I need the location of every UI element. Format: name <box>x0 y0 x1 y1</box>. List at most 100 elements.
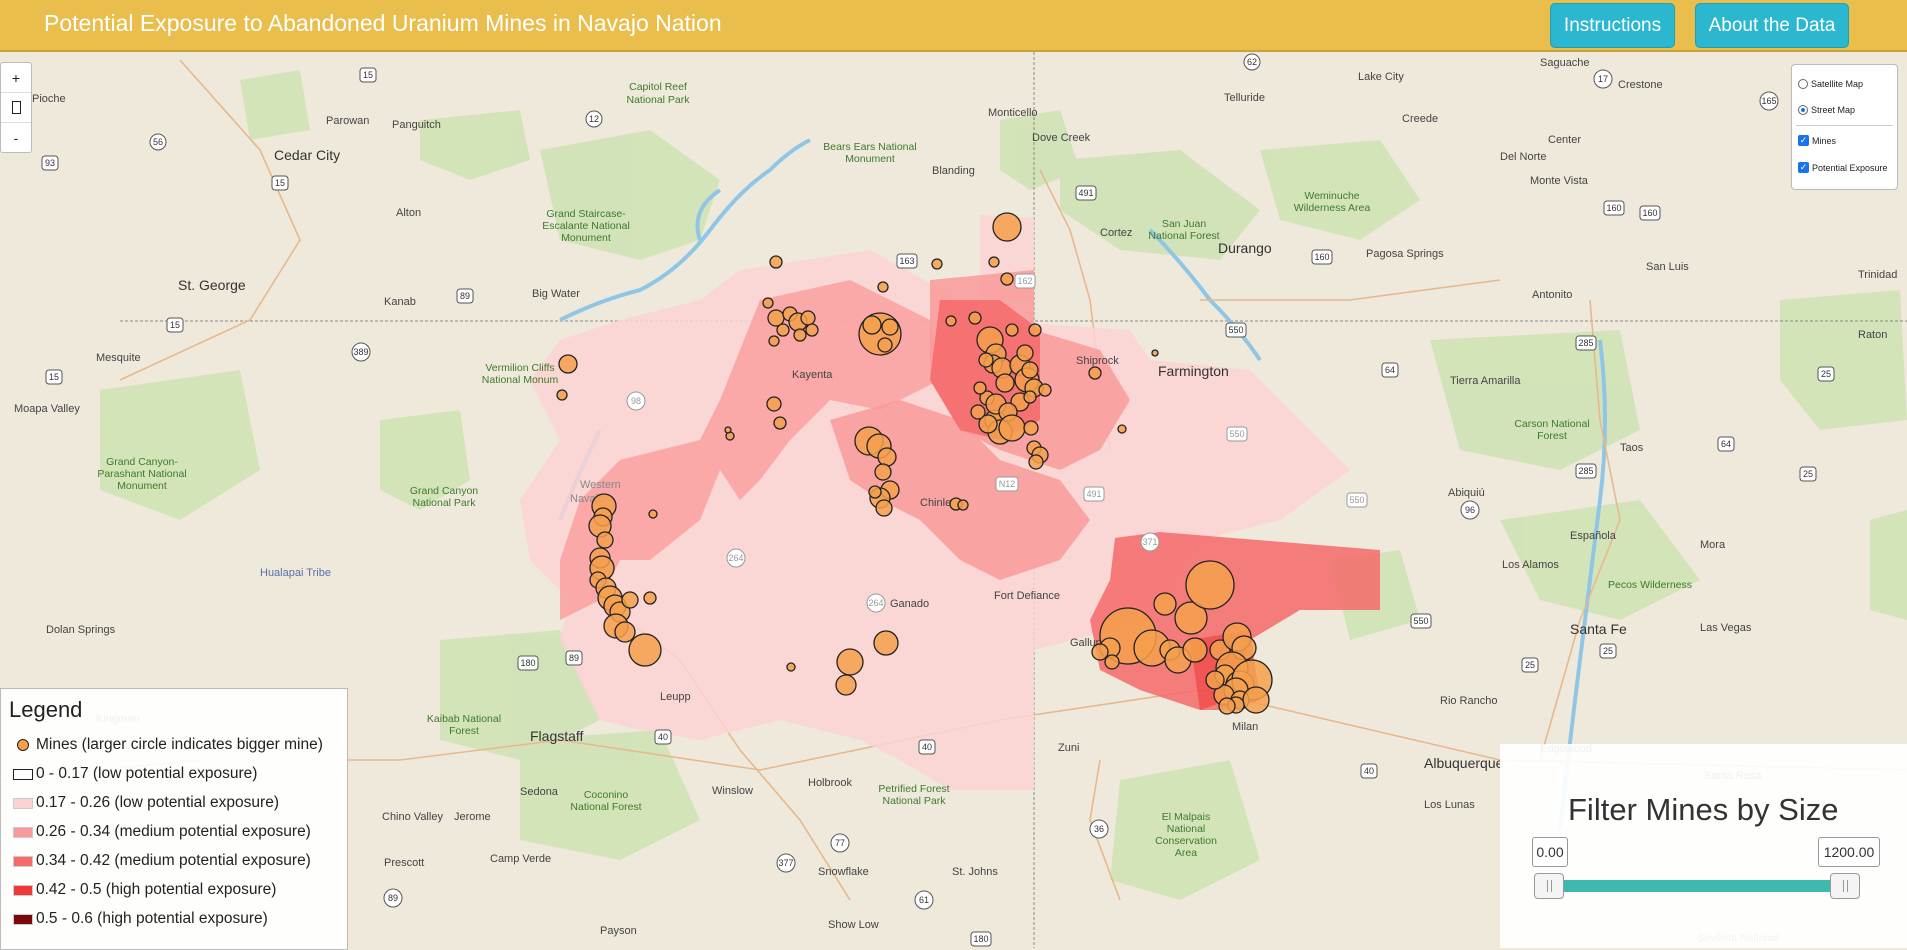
mine-marker[interactable] <box>1028 454 1044 470</box>
mine-marker[interactable] <box>881 318 899 336</box>
zoom-out-button[interactable]: - <box>1 123 31 152</box>
mine-marker[interactable] <box>1182 637 1208 663</box>
mine-marker[interactable] <box>1151 349 1159 357</box>
layer-street-map[interactable]: Street Map <box>1798 105 1855 115</box>
layer-mines[interactable]: ✓ Mines <box>1798 135 1836 146</box>
mine-marker[interactable] <box>724 426 732 434</box>
svg-text:163: 163 <box>899 256 914 266</box>
mine-marker[interactable] <box>1205 670 1225 690</box>
mine-marker[interactable] <box>762 297 774 309</box>
instructions-button[interactable]: Instructions <box>1550 3 1675 48</box>
filter-min-value[interactable]: 0.00 <box>1532 837 1568 867</box>
svg-text:93: 93 <box>45 158 55 168</box>
svg-text:Alton: Alton <box>396 207 421 219</box>
layer-satellite-map[interactable]: Satellite Map <box>1798 79 1863 89</box>
mine-marker[interactable] <box>873 630 899 656</box>
svg-text:25: 25 <box>1821 369 1831 379</box>
svg-text:Forest: Forest <box>449 725 479 737</box>
mine-marker[interactable] <box>877 281 889 293</box>
exposure-checkbox[interactable]: ✓ <box>1798 162 1809 173</box>
mine-marker[interactable] <box>786 662 796 672</box>
mine-marker[interactable] <box>1153 592 1177 616</box>
svg-text:36: 36 <box>1094 824 1104 834</box>
svg-text:Grand Canyon: Grand Canyon <box>410 485 478 497</box>
mine-marker[interactable] <box>776 323 790 337</box>
mine-marker[interactable] <box>558 354 578 374</box>
mine-marker[interactable] <box>988 256 1000 268</box>
mine-marker[interactable] <box>1028 323 1042 337</box>
mine-marker[interactable] <box>945 315 957 327</box>
mine-marker[interactable] <box>1038 383 1052 397</box>
svg-text:Show Low: Show Low <box>828 919 879 931</box>
mine-marker[interactable] <box>1023 390 1037 404</box>
street-radio[interactable] <box>1798 105 1808 115</box>
legend-swatch <box>13 826 33 838</box>
mine-marker[interactable] <box>970 404 986 420</box>
mine-marker[interactable] <box>800 310 816 326</box>
svg-text:St. Johns: St. Johns <box>952 866 998 878</box>
svg-text:Conservation: Conservation <box>1155 835 1217 847</box>
mine-marker[interactable] <box>648 509 658 519</box>
zoom-extent-button[interactable] <box>1 93 31 123</box>
filter-min-handle[interactable] <box>1534 873 1564 899</box>
svg-text:San Juan: San Juan <box>1162 218 1207 230</box>
mine-marker[interactable] <box>875 499 893 517</box>
mine-marker[interactable] <box>998 414 1026 442</box>
mine-marker[interactable] <box>1104 654 1120 670</box>
svg-text:Telluride: Telluride <box>1224 92 1265 104</box>
filter-max-value[interactable]: 1200.00 <box>1818 837 1880 867</box>
mine-marker[interactable] <box>805 323 819 337</box>
mine-marker[interactable] <box>621 591 639 609</box>
mine-marker[interactable] <box>992 212 1022 242</box>
mine-marker[interactable] <box>628 633 662 667</box>
mine-marker[interactable] <box>773 416 787 430</box>
mine-marker[interactable] <box>1016 344 1034 362</box>
mine-marker[interactable] <box>835 674 857 696</box>
mine-marker[interactable] <box>766 396 782 412</box>
mine-marker[interactable] <box>768 335 780 347</box>
svg-text:Kanab: Kanab <box>384 296 416 308</box>
mine-marker[interactable] <box>1005 323 1019 337</box>
mine-marker[interactable] <box>862 315 882 335</box>
mine-marker[interactable] <box>1023 420 1039 436</box>
svg-text:89: 89 <box>388 893 398 903</box>
mine-marker[interactable] <box>1000 272 1014 286</box>
mine-marker[interactable] <box>1021 361 1039 379</box>
mine-marker[interactable] <box>793 328 807 342</box>
layer-potential-exposure[interactable]: ✓ Potential Exposure <box>1798 162 1888 173</box>
filter-max-handle[interactable] <box>1830 873 1860 899</box>
mine-marker[interactable] <box>978 352 994 368</box>
mine-marker[interactable] <box>973 381 987 395</box>
mine-marker[interactable] <box>874 463 892 481</box>
mine-marker[interactable] <box>957 499 969 511</box>
legend-class-label: 0 - 0.17 (low potential exposure) <box>36 765 258 782</box>
svg-text:Blanding: Blanding <box>932 165 975 177</box>
mine-marker[interactable] <box>769 255 783 269</box>
mine-marker[interactable] <box>877 447 897 467</box>
mine-marker[interactable] <box>643 591 657 605</box>
mine-marker[interactable] <box>995 373 1015 393</box>
mine-marker[interactable] <box>1088 366 1102 380</box>
svg-text:Escalante National: Escalante National <box>542 220 630 232</box>
mine-marker[interactable] <box>968 311 982 325</box>
mine-marker[interactable] <box>1091 643 1109 661</box>
mine-marker[interactable] <box>836 648 864 676</box>
mine-marker[interactable] <box>868 485 882 499</box>
mine-marker[interactable] <box>931 258 943 270</box>
mine-marker[interactable] <box>556 389 568 401</box>
filter-slider-track[interactable] <box>1540 880 1850 892</box>
mines-checkbox[interactable]: ✓ <box>1798 135 1809 146</box>
mine-marker[interactable] <box>1117 424 1127 434</box>
svg-text:264: 264 <box>868 598 883 608</box>
legend-swatch <box>13 768 33 780</box>
mine-marker[interactable] <box>596 531 614 549</box>
mine-marker[interactable] <box>1185 560 1235 610</box>
satellite-radio[interactable] <box>1798 79 1808 89</box>
mine-marker[interactable] <box>1242 686 1270 714</box>
mine-marker[interactable] <box>614 621 636 643</box>
zoom-in-button[interactable]: + <box>1 63 31 93</box>
about-data-button[interactable]: About the Data <box>1695 3 1849 48</box>
mine-marker[interactable] <box>1218 697 1236 715</box>
mine-marker[interactable] <box>877 337 893 353</box>
svg-text:15: 15 <box>275 178 285 188</box>
